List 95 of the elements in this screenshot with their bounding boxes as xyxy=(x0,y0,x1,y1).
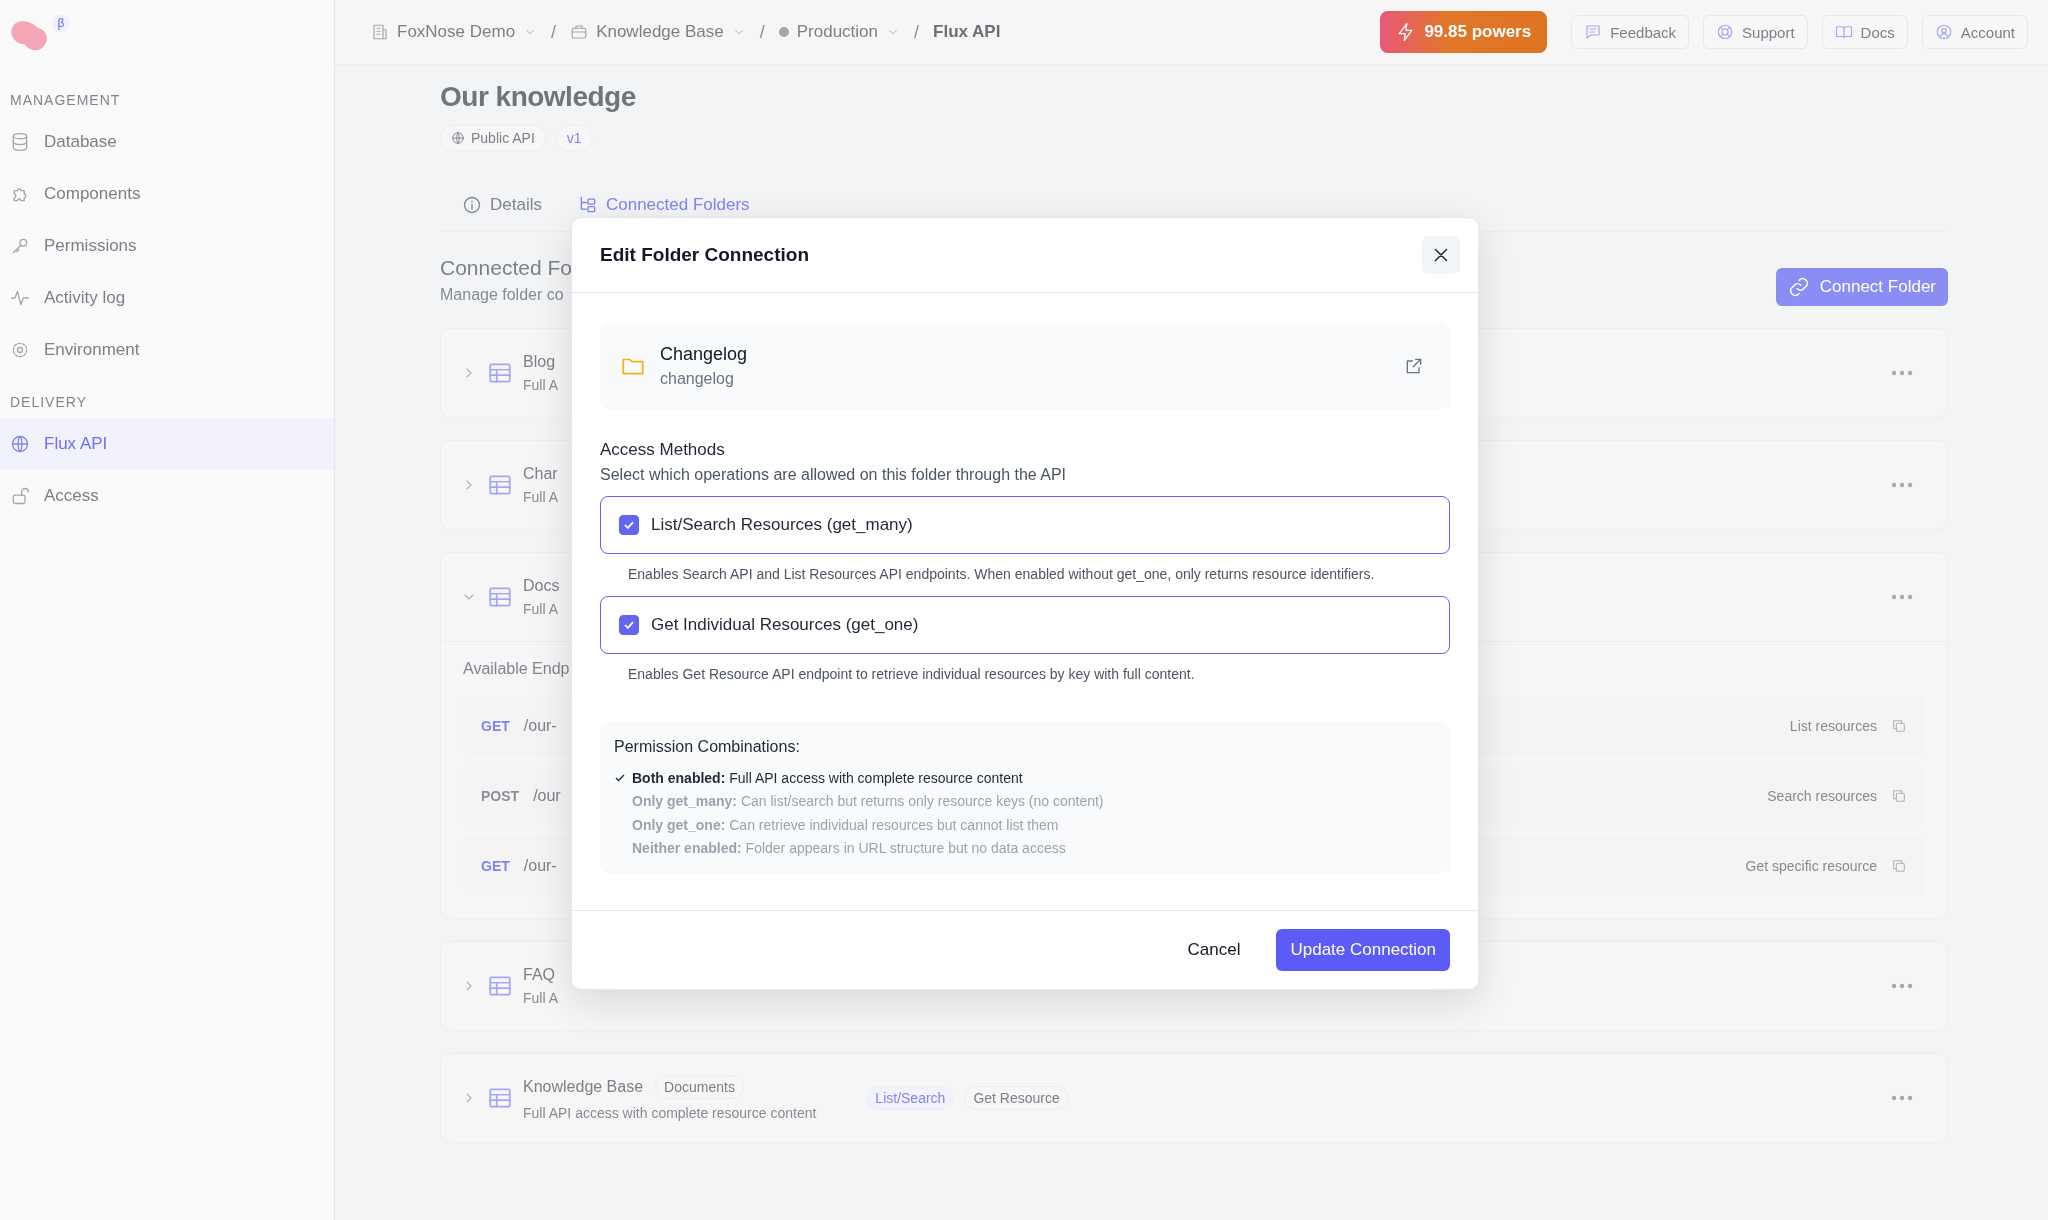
access-option[interactable]: List/Search Resources (get_many) xyxy=(600,496,1450,554)
sidebar-item[interactable]: Components xyxy=(0,168,334,220)
api-badge: Public API xyxy=(440,125,546,151)
combination-text: Only get_one: Can retrieve individual resources but cannot list them xyxy=(632,816,1059,833)
endpoints-title: Available Endp xyxy=(463,660,570,678)
status-dot xyxy=(778,27,789,37)
section-title: Access Methods xyxy=(600,440,726,460)
folder-subtitle: Full API access with complete resource content xyxy=(523,1105,817,1121)
option-description: Enables Search API and List Resources API endpoints. When enabled without get_one, only returns resource identifiers. xyxy=(627,565,1376,584)
breadcrumb[interactable]: Flux API xyxy=(933,22,1001,42)
checkbox[interactable] xyxy=(619,615,639,635)
endpoint-description: Search resources xyxy=(1767,788,1877,804)
table-icon xyxy=(487,584,513,610)
cancel-button[interactable]: Cancel xyxy=(1173,929,1255,971)
globe-icon xyxy=(451,131,465,145)
table-icon xyxy=(487,472,513,498)
section-subtitle: Select which operations are allowed on this folder through the API xyxy=(600,466,1068,484)
option-description: Enables Get Resource API endpoint to retrieve individual resources by key with full content. xyxy=(627,665,1196,684)
access-option[interactable]: Get Individual Resources (get_one) xyxy=(600,596,1450,654)
folder-subtitle: Full A xyxy=(523,489,558,505)
table-icon xyxy=(487,973,513,999)
checkbox[interactable] xyxy=(619,515,639,535)
update-button[interactable]: Update Connection xyxy=(1276,929,1450,971)
endpoint-path: /our- xyxy=(523,857,557,875)
copy-icon xyxy=(1891,718,1907,734)
table-icon xyxy=(487,360,513,386)
http-method: GET xyxy=(481,858,510,874)
book-icon xyxy=(1834,23,1853,41)
sidebar-item[interactable]: Flux API xyxy=(0,418,334,470)
folder-name: Docs xyxy=(523,577,560,595)
folder-subtitle: Full A xyxy=(523,377,558,393)
beta-badge: β xyxy=(52,14,70,32)
section-title: Connected Fo xyxy=(440,256,572,280)
folder-name: Changelog xyxy=(660,343,748,365)
key-icon xyxy=(10,236,30,256)
user-icon xyxy=(1934,23,1953,41)
sidebar-item[interactable]: Activity log xyxy=(0,272,334,324)
breadcrumb[interactable]: Knowledge Base xyxy=(570,22,746,42)
dialog-title: Edit Folder Connection xyxy=(600,244,809,266)
breadcrumb-separator: / xyxy=(914,21,920,43)
combination-text: Both enabled: Full API access with complete resource content xyxy=(632,769,1023,786)
section-label: DELIVERY xyxy=(9,393,88,412)
message-icon xyxy=(1584,23,1603,41)
tab[interactable]: Details xyxy=(458,185,546,231)
building-icon xyxy=(371,23,389,41)
section-label: MANAGEMENT xyxy=(9,91,122,110)
info-icon xyxy=(462,195,482,215)
folder-slug: changelog xyxy=(660,369,735,388)
activity-icon xyxy=(10,288,30,308)
breadcrumb-separator: / xyxy=(551,21,557,43)
close-button[interactable] xyxy=(1422,236,1460,274)
endpoint-path: /our xyxy=(533,787,561,805)
copy-icon xyxy=(1891,788,1907,804)
http-method: GET xyxy=(481,718,510,734)
database-icon xyxy=(10,132,30,152)
endpoint-description: Get specific resource xyxy=(1745,858,1877,874)
breadcrumb-separator: / xyxy=(759,21,765,43)
header-button[interactable]: Docs xyxy=(1821,15,1908,49)
endpoint-description: List resources xyxy=(1789,718,1877,734)
breadcrumb[interactable]: FoxNose Demo xyxy=(371,22,538,42)
folder-name: Knowledge Base xyxy=(523,1078,644,1096)
endpoint-path: /our- xyxy=(523,717,557,735)
folder-subtitle: Full A xyxy=(523,990,558,1006)
combinations-title: Permission Combinations: xyxy=(614,738,801,756)
folder-name: FAQ xyxy=(523,966,555,984)
sidebar-item[interactable]: Access xyxy=(0,470,334,522)
copy-icon xyxy=(1891,858,1907,874)
powers-badge[interactable]: 99.85 powers xyxy=(1380,11,1548,53)
connect-folder-button[interactable]: Connect Folder xyxy=(1775,268,1948,306)
folder-name: Char xyxy=(523,465,558,483)
combination-text: Only get_many: Can list/search but returns only resource keys (no content) xyxy=(632,793,1104,810)
table-icon xyxy=(487,1085,513,1111)
header-button[interactable]: Feedback xyxy=(1571,15,1690,49)
folder-name: Blog xyxy=(523,353,556,371)
access-tag: List/Search xyxy=(866,1086,955,1110)
sidebar-item[interactable]: Environment xyxy=(0,324,334,376)
header-button[interactable]: Account xyxy=(1921,15,2028,49)
combination-text: Neither enabled: Folder appears in URL structure but no data access xyxy=(632,840,1066,857)
folder-subtitle: Full A xyxy=(523,601,559,617)
link-icon xyxy=(1787,276,1810,298)
globe-icon xyxy=(10,434,30,454)
api-badge: v1 xyxy=(555,125,593,151)
breadcrumb[interactable]: Production xyxy=(778,22,900,42)
lock-icon xyxy=(10,486,30,506)
sidebar-item[interactable]: Database xyxy=(0,116,334,168)
gear-icon xyxy=(10,340,30,360)
section-subtitle: Manage folder co xyxy=(440,286,565,304)
page-title: Our knowledge xyxy=(440,81,637,113)
type-badge: Documents xyxy=(655,1075,744,1099)
http-method: POST xyxy=(481,788,520,804)
sidebar-item[interactable]: Permissions xyxy=(0,220,334,272)
lifebuoy-icon xyxy=(1716,23,1735,41)
header-button[interactable]: Support xyxy=(1703,15,1808,49)
briefcase-icon xyxy=(570,23,589,41)
access-tag: Get Resource xyxy=(964,1086,1069,1110)
